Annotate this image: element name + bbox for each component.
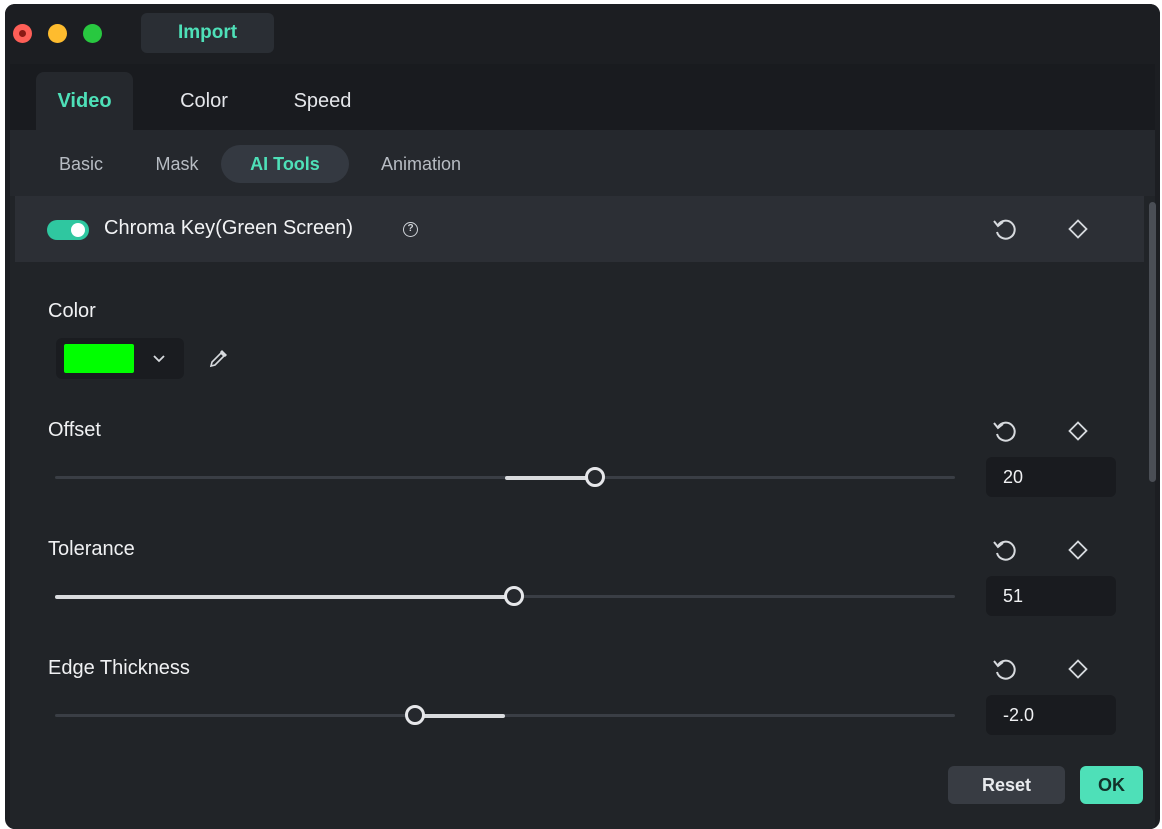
minimize-window-button[interactable] (48, 24, 67, 43)
tab-color[interactable]: Color (160, 72, 248, 130)
edge-thickness-value-input[interactable]: -2.0 (986, 695, 1116, 735)
slider-fill (55, 594, 514, 599)
keyframe-diamond-icon[interactable] (1064, 215, 1092, 243)
keyframe-diamond-icon[interactable] (1064, 536, 1092, 564)
tab-video[interactable]: Video (36, 72, 133, 130)
scrollbar[interactable] (1149, 202, 1156, 482)
tolerance-value-input[interactable]: 51 (986, 576, 1116, 616)
subtab-mask[interactable]: Mask (140, 145, 214, 183)
eyedropper-icon[interactable] (208, 347, 230, 369)
color-swatch[interactable] (64, 344, 134, 373)
slider-fill (415, 713, 505, 718)
offset-value-input[interactable]: 20 (986, 457, 1116, 497)
color-dropdown[interactable] (56, 338, 184, 379)
reset-icon[interactable] (991, 655, 1019, 683)
close-window-button[interactable] (13, 24, 32, 43)
tolerance-label: Tolerance (48, 538, 135, 560)
title-bar: Import (5, 4, 1160, 64)
sub-tab-bar: Basic Mask AI Tools Animation (10, 130, 1155, 196)
subtab-animation[interactable]: Animation (360, 145, 482, 183)
chroma-key-toggle[interactable] (47, 220, 89, 240)
reset-icon[interactable] (991, 417, 1019, 445)
reset-icon[interactable] (991, 536, 1019, 564)
reset-icon[interactable] (991, 215, 1019, 243)
chroma-key-window: Import Video Color Speed Basic Mask AI T… (5, 4, 1160, 829)
reset-button[interactable]: Reset (948, 766, 1065, 804)
slider-thumb[interactable] (585, 467, 605, 487)
keyframe-diamond-icon[interactable] (1064, 655, 1092, 683)
edge-thickness-label: Edge Thickness (48, 657, 190, 679)
color-label: Color (48, 300, 96, 322)
main-tab-bar: Video Color Speed (10, 64, 1155, 130)
section-title: Chroma Key(Green Screen) (104, 217, 353, 239)
chroma-key-header: Chroma Key(Green Screen) ? (15, 196, 1144, 262)
ok-button[interactable]: OK (1080, 766, 1143, 804)
subtab-ai-tools[interactable]: AI Tools (221, 145, 349, 183)
zoom-window-button[interactable] (83, 24, 102, 43)
chevron-down-icon[interactable] (149, 348, 169, 368)
offset-label: Offset (48, 419, 101, 441)
import-button[interactable]: Import (141, 13, 274, 53)
properties-panel: Video Color Speed Basic Mask AI Tools An… (10, 64, 1156, 829)
slider-fill (505, 475, 595, 480)
tab-speed[interactable]: Speed (275, 72, 370, 130)
subtab-basic[interactable]: Basic (42, 145, 120, 183)
slider-thumb[interactable] (405, 705, 425, 725)
help-icon[interactable]: ? (403, 222, 418, 237)
keyframe-diamond-icon[interactable] (1064, 417, 1092, 445)
slider-track[interactable] (55, 714, 955, 717)
slider-thumb[interactable] (504, 586, 524, 606)
